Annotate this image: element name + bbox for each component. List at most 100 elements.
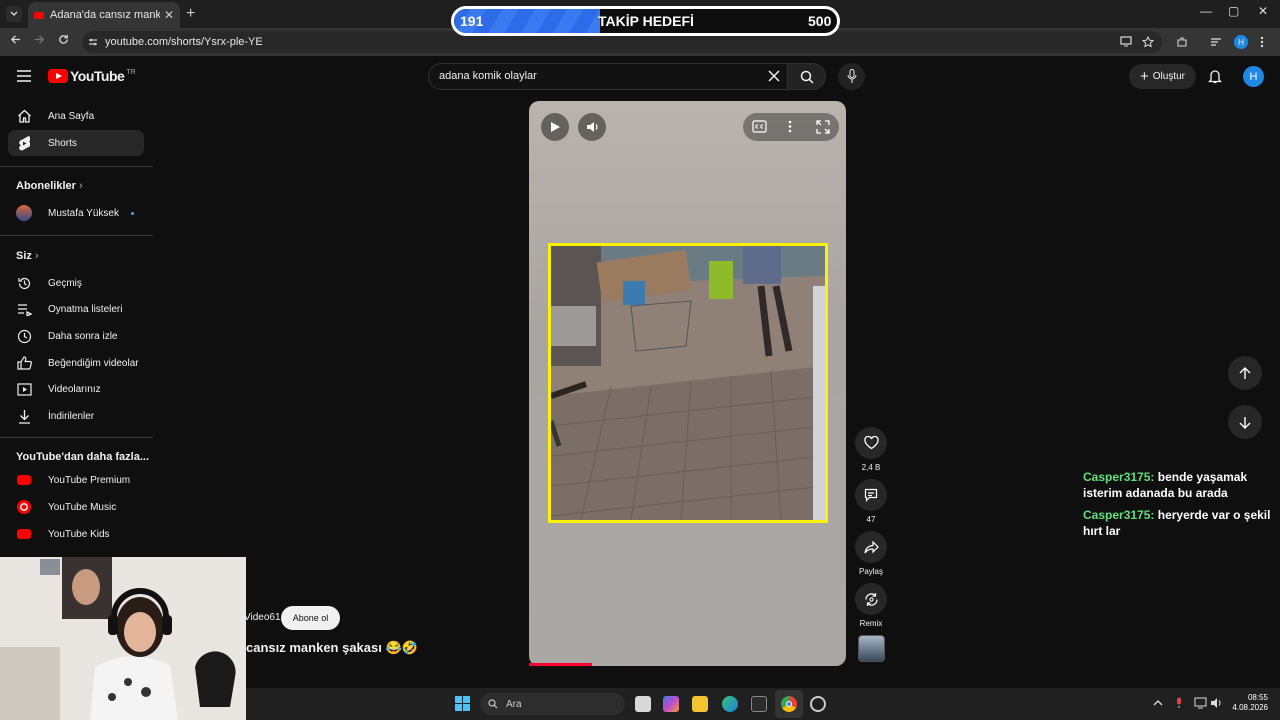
show-hidden-icons-chevron-icon[interactable] xyxy=(1153,699,1163,706)
fullscreen-icon[interactable] xyxy=(816,120,830,134)
microphone-tray-icon[interactable] xyxy=(1175,697,1183,709)
create-button[interactable]: + Oluştur xyxy=(1129,64,1196,89)
extensions-icon[interactable] xyxy=(1176,36,1188,48)
tab-list-button[interactable] xyxy=(6,6,22,22)
tab-close-icon[interactable]: ✕ xyxy=(164,8,174,22)
sidebar-item-label: YouTube Music xyxy=(48,501,117,513)
sidebar-item-watch-later[interactable]: Daha sonra izle xyxy=(8,323,144,349)
microsoft365-icon[interactable] xyxy=(663,696,679,712)
taskbar-search[interactable]: Ara xyxy=(480,693,625,715)
video-scene-image xyxy=(551,246,825,520)
sidebar-item-label: YouTube Premium xyxy=(48,474,131,486)
search-button[interactable] xyxy=(788,63,826,90)
follow-goal-overlay: 191 TAKİP HEDEFİ 500 xyxy=(451,6,840,36)
chrome-center xyxy=(786,701,792,707)
mic-icon xyxy=(847,69,857,83)
sidebar-item-label: Ana Sayfa xyxy=(48,110,95,122)
hamburger-menu-icon[interactable] xyxy=(17,70,31,82)
bookmark-star-icon[interactable] xyxy=(1142,36,1154,48)
edge-icon[interactable] xyxy=(722,696,738,712)
next-short-button[interactable] xyxy=(1228,405,1262,439)
sidebar-item-label: Beğendiğim videolar xyxy=(48,357,139,369)
youtube-favicon-icon xyxy=(34,11,44,19)
home-icon xyxy=(16,108,32,124)
mute-button[interactable] xyxy=(578,113,606,141)
new-tab-button[interactable]: + xyxy=(186,5,195,23)
download-icon xyxy=(16,408,32,424)
comment-count: 47 xyxy=(866,515,876,524)
chevron-right-icon: › xyxy=(34,250,39,262)
captions-icon[interactable] xyxy=(752,120,767,133)
notifications-bell-icon[interactable] xyxy=(1208,69,1222,84)
sidebar-item-label: Videolarınız xyxy=(48,383,101,395)
browser-tab[interactable]: Adana'da cansız manken şakası ✕ xyxy=(28,2,180,28)
sidebar-item-history[interactable]: Geçmiş xyxy=(8,270,144,296)
subscriptions-heading[interactable]: Abonelikler › xyxy=(16,180,83,192)
file-explorer-icon[interactable] xyxy=(692,696,708,712)
video-progress-bar[interactable] xyxy=(529,663,593,666)
youtube-logo[interactable]: YouTube TR xyxy=(48,68,136,84)
play-button[interactable] xyxy=(541,113,569,141)
browser-menu-icon[interactable] xyxy=(1260,36,1264,48)
cast-icon[interactable] xyxy=(1120,36,1132,47)
clear-search-icon[interactable] xyxy=(768,70,780,82)
sidebar-divider xyxy=(0,235,153,236)
search-icon xyxy=(800,70,814,84)
voice-search-button[interactable] xyxy=(838,63,865,90)
sidebar-item-label: YouTube Kids xyxy=(48,528,110,540)
playlist-icon xyxy=(16,301,32,317)
previous-short-button[interactable] xyxy=(1228,356,1262,390)
sidebar-item-downloads[interactable]: İndirilenler xyxy=(8,403,144,429)
store-icon[interactable] xyxy=(751,696,767,712)
you-heading[interactable]: Siz › xyxy=(16,250,39,262)
sidebar-item-shorts[interactable]: Shorts xyxy=(8,130,144,156)
maximize-button[interactable]: ▢ xyxy=(1228,4,1239,18)
reload-icon[interactable] xyxy=(58,34,69,45)
task-view-icon[interactable] xyxy=(635,696,651,712)
sound-thumbnail[interactable] xyxy=(858,635,885,662)
video-frame-highlight xyxy=(548,243,828,523)
youtube-play-icon xyxy=(48,69,68,83)
taskbar-clock[interactable]: 08:55 4.08.2026 xyxy=(1222,693,1268,713)
sidebar-item-youtube-music[interactable]: YouTube Music xyxy=(8,494,144,520)
sidebar-item-youtube-kids[interactable]: YouTube Kids xyxy=(8,521,144,547)
share-button[interactable] xyxy=(855,531,887,563)
close-window-button[interactable]: ✕ xyxy=(1258,4,1268,18)
reading-list-icon[interactable] xyxy=(1210,36,1222,48)
sidebar-item-youtube-premium[interactable]: YouTube Premium xyxy=(8,467,144,493)
network-tray-icon[interactable] xyxy=(1194,697,1207,709)
channel-name[interactable]: Video61 xyxy=(244,612,281,623)
subscribe-button[interactable]: Abone ol xyxy=(281,606,340,630)
short-title: cansız manken şakası 😂🤣 xyxy=(246,640,418,655)
sidebar-item-home[interactable]: Ana Sayfa xyxy=(8,103,144,129)
more-options-icon[interactable] xyxy=(788,120,792,133)
comment-icon xyxy=(864,488,878,502)
site-info-icon[interactable] xyxy=(88,37,98,47)
obs-icon[interactable] xyxy=(810,696,826,712)
sidebar-item-label: Shorts xyxy=(48,137,77,149)
sidebar-item-label: Mustafa Yüksek xyxy=(48,207,119,219)
sidebar-item-playlists[interactable]: Oynatma listeleri xyxy=(8,296,144,322)
windows-start-icon[interactable] xyxy=(455,696,470,711)
sidebar-item-your-videos[interactable]: Videolarınız xyxy=(8,376,144,402)
like-button[interactable] xyxy=(855,427,887,459)
sidebar-item-subscription[interactable]: Mustafa Yüksek xyxy=(8,200,144,226)
remix-button[interactable] xyxy=(855,583,887,615)
youtube-music-icon xyxy=(16,499,32,515)
comments-button[interactable] xyxy=(855,479,887,511)
sidebar-item-liked-videos[interactable]: Beğendiğim videolar xyxy=(8,350,144,376)
sidebar-divider xyxy=(0,437,153,438)
remix-icon xyxy=(864,592,878,606)
url-text: youtube.com/shorts/Ysrx-ple-YE xyxy=(105,36,263,48)
minimize-button[interactable]: — xyxy=(1200,4,1212,18)
webcam-overlay xyxy=(0,557,246,720)
back-icon[interactable] xyxy=(10,34,21,45)
share-label: Paylaş xyxy=(858,567,883,576)
history-icon xyxy=(16,275,32,291)
watch-later-icon xyxy=(16,328,32,344)
search-value: adana komik olaylar xyxy=(439,70,537,82)
account-avatar[interactable]: H xyxy=(1243,66,1264,87)
profile-avatar[interactable]: H xyxy=(1234,35,1248,49)
forward-icon[interactable] xyxy=(34,34,45,45)
sidebar-item-label: İndirilenler xyxy=(48,410,95,422)
